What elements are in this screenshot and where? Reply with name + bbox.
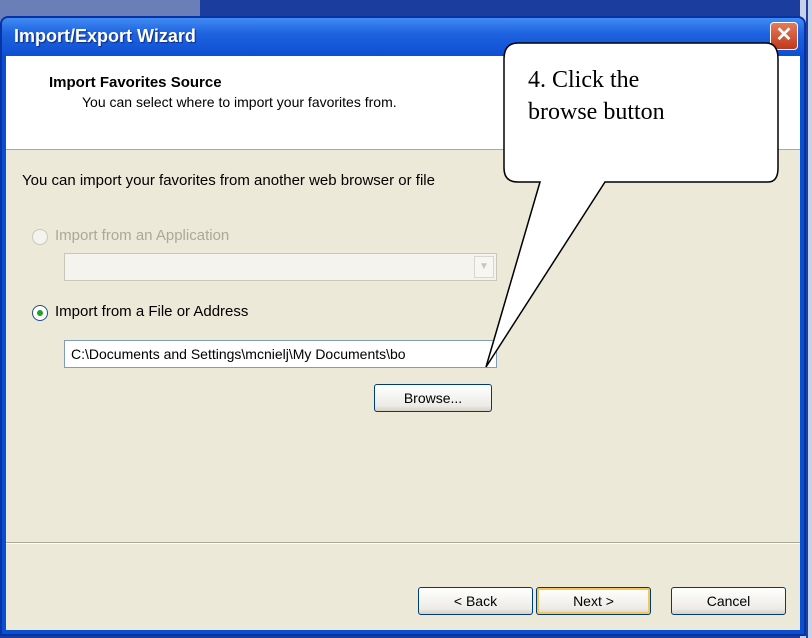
close-button[interactable]: ✕ [770, 22, 798, 50]
dialog-client-area: Import Favorites Source You can select w… [6, 56, 800, 630]
callout-line-1: 4. Click the [528, 67, 640, 93]
callout-line-2: browse button [528, 99, 665, 125]
application-select[interactable]: ▼ [64, 253, 497, 281]
radio-selected-dot [37, 310, 43, 316]
import-export-wizard-dialog: Import/Export Wizard ✕ Import Favorites … [0, 16, 806, 636]
chevron-down-icon[interactable]: ▼ [474, 256, 494, 278]
back-button[interactable]: < Back [418, 587, 533, 615]
callout-text: 4. Click the browse button [528, 64, 665, 128]
footer-divider-highlight [6, 543, 800, 544]
radio-import-file-label: Import from a File or Address [55, 303, 249, 320]
close-icon: ✕ [775, 24, 793, 46]
titlebar: Import/Export Wizard ✕ [2, 18, 804, 56]
radio-import-application[interactable] [32, 229, 48, 245]
radio-import-application-label: Import from an Application [55, 227, 230, 244]
page-subtitle: You can select where to import your favo… [82, 94, 397, 110]
next-button[interactable]: Next > [536, 587, 651, 615]
background-divider [806, 0, 808, 638]
window-title: Import/Export Wizard [14, 26, 196, 46]
page-title: Import Favorites Source [49, 74, 222, 91]
cancel-button[interactable]: Cancel [671, 587, 786, 615]
radio-import-file[interactable] [32, 305, 48, 321]
wizard-header: Import Favorites Source You can select w… [6, 56, 800, 150]
file-path-input[interactable]: C:\Documents and Settings\mcnielj\My Doc… [64, 340, 497, 368]
browse-button[interactable]: Browse... [374, 384, 492, 412]
instruction-text: You can import your favorites from anoth… [22, 172, 435, 189]
